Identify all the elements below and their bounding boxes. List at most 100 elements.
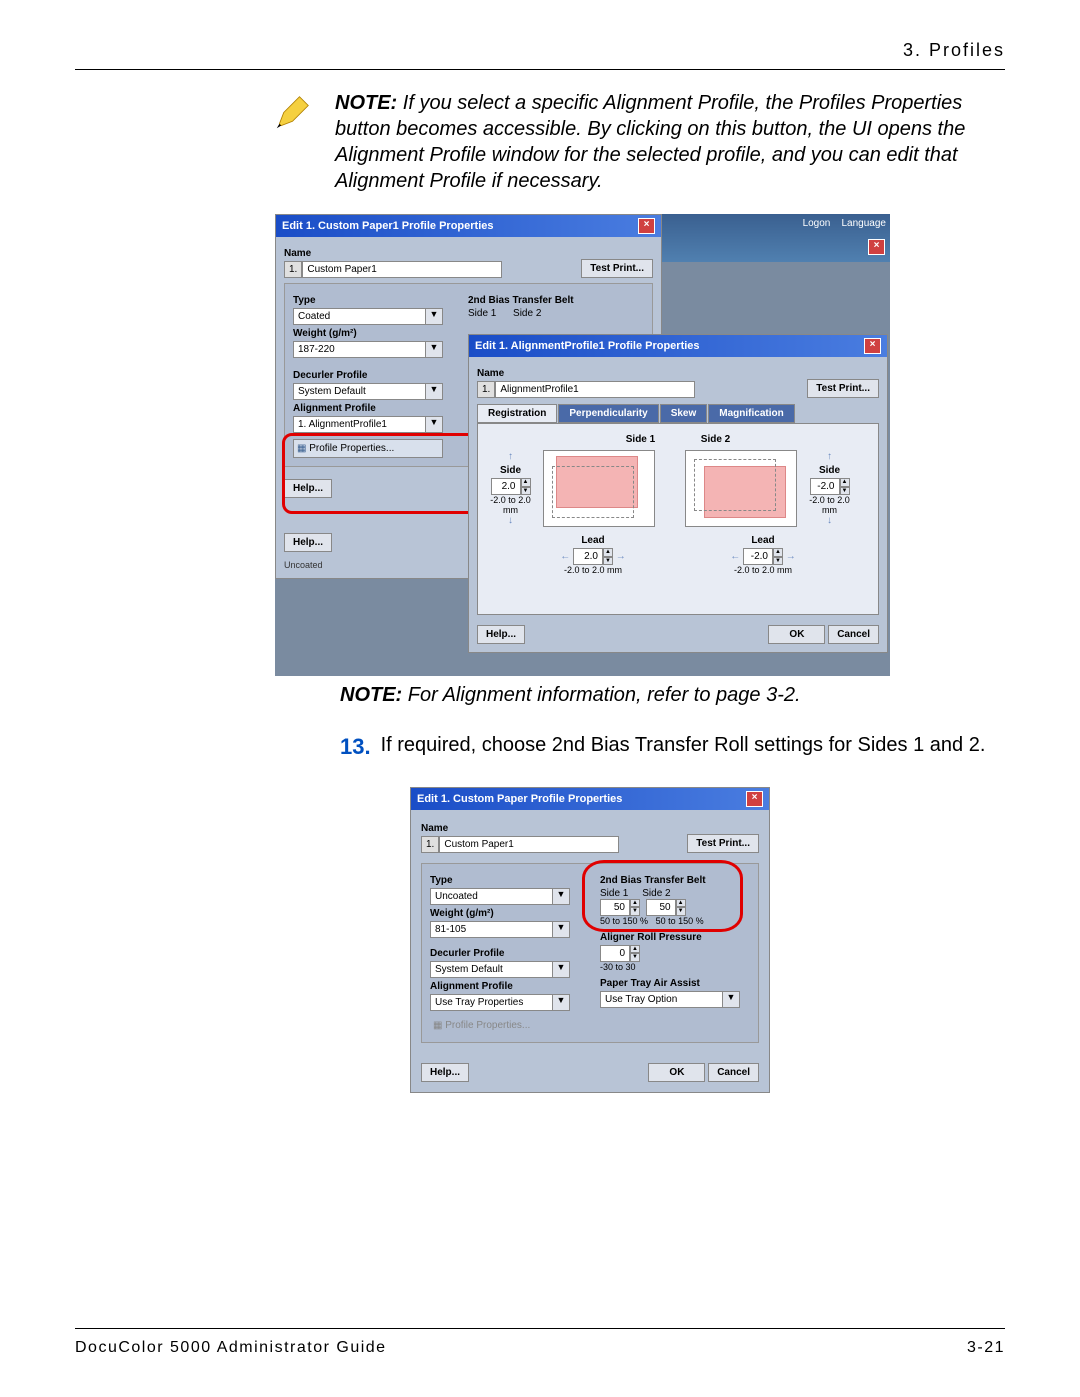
- type-dropdown[interactable]: Coated▼: [293, 308, 443, 325]
- cancel-button[interactable]: Cancel: [708, 1063, 759, 1082]
- decurler-label: Decurler Profile: [430, 948, 580, 959]
- side1-header: Side 1: [505, 434, 655, 445]
- name-field[interactable]: AlignmentProfile1: [495, 381, 695, 398]
- note-1-text: NOTE: If you select a specific Alignment…: [335, 90, 1005, 194]
- win1-titlebar: Edit 1. Custom Paper1 Profile Properties…: [276, 215, 661, 237]
- note-prefix: NOTE:: [335, 92, 397, 114]
- screenshot-2: Edit 1. Custom Paper Profile Properties …: [410, 787, 770, 1093]
- registration-tab-body: Side 1 Side 2 ↑ Side 2.0▲▼ -2.0 to 2.0 m…: [477, 423, 879, 615]
- note-prefix: NOTE:: [340, 684, 402, 706]
- side2-header: Side 2: [701, 434, 851, 445]
- side1-side-spinner[interactable]: 2.0▲▼: [491, 478, 531, 495]
- aligner-spinner[interactable]: 0▲▼: [600, 945, 640, 962]
- type-dropdown[interactable]: Uncoated▼: [430, 888, 570, 905]
- alignment-profile-window: Edit 1. AlignmentProfile1 Profile Proper…: [468, 334, 888, 653]
- test-print-button[interactable]: Test Print...: [581, 259, 653, 278]
- step-number: 13.: [340, 732, 371, 762]
- side2-label: Side 2: [513, 308, 541, 319]
- decurler-dropdown[interactable]: System Default▼: [430, 961, 570, 978]
- bias-label: 2nd Bias Transfer Belt: [600, 875, 750, 886]
- top-rule: [75, 69, 1005, 70]
- name-number: 1.: [421, 836, 439, 853]
- ok-button[interactable]: OK: [648, 1063, 705, 1082]
- side1-label: Side 1: [468, 308, 496, 319]
- tab-skew[interactable]: Skew: [660, 404, 708, 423]
- page: 3. Profiles NOTE: If you select a specif…: [0, 0, 1080, 1397]
- weight-dropdown[interactable]: 81-105▼: [430, 921, 570, 938]
- name-field[interactable]: Custom Paper1: [302, 261, 502, 278]
- chevron-down-icon[interactable]: ▼: [553, 921, 570, 938]
- help-button[interactable]: Help...: [284, 533, 332, 552]
- arrow-left-icon: ←: [730, 551, 740, 562]
- profile-properties-disabled: ▦ Profile Properties...: [430, 1017, 580, 1034]
- side-label: Side: [488, 465, 533, 476]
- chevron-down-icon[interactable]: ▼: [553, 994, 570, 1011]
- screenshot-1: Logon Language × Edit 1. Custom Paper1 P…: [275, 214, 890, 676]
- lead-label: Lead: [513, 535, 673, 546]
- side1-lead-spinner[interactable]: 2.0▲▼: [573, 548, 613, 565]
- weight-label: Weight (g/m²): [430, 908, 580, 919]
- test-print-button[interactable]: Test Print...: [687, 834, 759, 853]
- range-text: -2.0 to 2.0 mm: [488, 495, 533, 515]
- chevron-down-icon[interactable]: ▼: [426, 416, 443, 433]
- weight-dropdown[interactable]: 187-220▼: [293, 341, 443, 358]
- bias-range-2: 50 to 150 %: [656, 916, 704, 926]
- tabs: Registration Perpendicularity Skew Magni…: [477, 404, 879, 423]
- note-block-1: NOTE: If you select a specific Alignment…: [275, 90, 1005, 194]
- s2-titlebar: Edit 1. Custom Paper Profile Properties …: [411, 788, 769, 810]
- profile-properties-button[interactable]: ▦ Profile Properties...: [293, 439, 443, 458]
- step-13: 13. If required, choose 2nd Bias Transfe…: [340, 732, 1005, 762]
- chevron-down-icon[interactable]: ▼: [426, 308, 443, 325]
- chevron-down-icon[interactable]: ▼: [426, 341, 443, 358]
- help-button[interactable]: Help...: [477, 625, 525, 644]
- name-field[interactable]: Custom Paper1: [439, 836, 619, 853]
- arrow-left-icon: ←: [560, 551, 570, 562]
- decurler-dropdown[interactable]: System Default▼: [293, 383, 443, 400]
- close-icon[interactable]: ×: [746, 791, 763, 807]
- tab-registration[interactable]: Registration: [477, 404, 557, 423]
- close-icon[interactable]: ×: [864, 338, 881, 354]
- name-label: Name: [477, 368, 695, 379]
- tab-perpendicularity[interactable]: Perpendicularity: [558, 404, 658, 423]
- language-link[interactable]: Language: [842, 218, 887, 229]
- win1-title: Edit 1. Custom Paper1 Profile Properties: [282, 220, 494, 232]
- win2-title: Edit 1. AlignmentProfile1 Profile Proper…: [475, 340, 700, 352]
- footer-left: DocuColor 5000 Administrator Guide: [75, 1339, 387, 1357]
- close-icon[interactable]: ×: [638, 218, 655, 234]
- footer: DocuColor 5000 Administrator Guide 3-21: [75, 1328, 1005, 1357]
- aligner-range: -30 to 30: [600, 962, 750, 972]
- close-icon[interactable]: ×: [868, 239, 885, 255]
- side-label: Side: [807, 465, 852, 476]
- app-topbar: Logon Language ×: [660, 214, 890, 262]
- type-label: Type: [293, 295, 443, 306]
- ok-button[interactable]: OK: [768, 625, 825, 644]
- air-dropdown[interactable]: Use Tray Option▼: [600, 991, 740, 1008]
- chevron-down-icon[interactable]: ▼: [553, 888, 570, 905]
- side2-lead-spinner[interactable]: -2.0▲▼: [743, 548, 783, 565]
- side2-side-spinner[interactable]: -2.0▲▼: [810, 478, 850, 495]
- weight-label: Weight (g/m²): [293, 328, 443, 339]
- help-button[interactable]: Help...: [284, 479, 332, 498]
- alignment-dropdown[interactable]: 1. AlignmentProfile1▼: [293, 416, 443, 433]
- aligner-label: Aligner Roll Pressure: [600, 932, 750, 943]
- alignment-label: Alignment Profile: [293, 403, 443, 414]
- chapter-header: 3. Profiles: [75, 40, 1005, 61]
- side2-label: Side 2: [642, 888, 670, 899]
- alignment-dropdown[interactable]: Use Tray Properties▼: [430, 994, 570, 1011]
- arrow-up-icon: ↑: [807, 451, 852, 462]
- test-print-button[interactable]: Test Print...: [807, 379, 879, 398]
- logon-link[interactable]: Logon: [803, 218, 831, 229]
- arrow-up-icon: ↑: [488, 451, 533, 462]
- bias-side1-spinner[interactable]: 50▲▼: [600, 899, 640, 916]
- cancel-button[interactable]: Cancel: [828, 625, 879, 644]
- chevron-down-icon[interactable]: ▼: [553, 961, 570, 978]
- bias-side2-spinner[interactable]: 50▲▼: [646, 899, 686, 916]
- tab-magnification[interactable]: Magnification: [708, 404, 794, 423]
- chevron-down-icon[interactable]: ▼: [723, 991, 740, 1008]
- chevron-down-icon[interactable]: ▼: [426, 383, 443, 400]
- help-button[interactable]: Help...: [421, 1063, 469, 1082]
- side2-preview: [685, 450, 797, 527]
- range-text: -2.0 to 2.0 mm: [807, 495, 852, 515]
- name-label: Name: [421, 823, 619, 834]
- arrow-down-icon: ↓: [807, 515, 852, 526]
